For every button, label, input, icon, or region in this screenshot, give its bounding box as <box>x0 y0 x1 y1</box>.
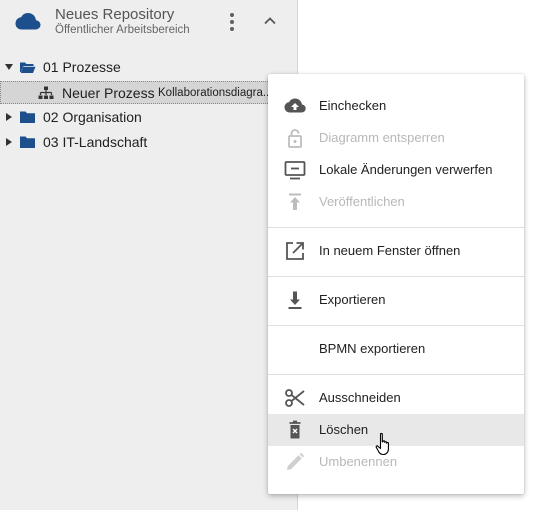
caret-down-icon[interactable] <box>4 62 14 72</box>
menu-item-loeschen[interactable]: Löschen <box>268 414 524 446</box>
repository-tree-panel: Neues Repository Öffentlicher Arbeitsber… <box>0 0 298 510</box>
menu-item-label: Ausschneiden <box>319 390 401 405</box>
open-in-new-icon <box>286 242 304 260</box>
menu-item-exportieren[interactable]: Exportieren <box>268 284 524 316</box>
diagram-type-label: Kollaborationsdiagra... <box>158 87 270 99</box>
folder-icon <box>20 136 35 148</box>
menu-separator <box>268 227 524 228</box>
folder-open-icon <box>20 62 36 73</box>
publish-icon <box>289 193 301 210</box>
menu-item-diagramm-entsperren[interactable]: Diagramm entsperren <box>268 122 524 154</box>
menu-item-label: Einchecken <box>319 98 387 113</box>
scissors-icon <box>285 389 305 407</box>
caret-right-icon[interactable] <box>4 112 14 122</box>
tree-item-neuer-prozess[interactable]: Neuer Prozess Kollaborationsdiagra... <box>0 81 298 104</box>
tree-item-label: 02 Organisation <box>43 109 142 125</box>
tree-item-label: Neuer Prozess <box>62 85 155 101</box>
repository-header[interactable]: Neues Repository Öffentlicher Arbeitsber… <box>0 0 298 46</box>
menu-item-label: Löschen <box>319 422 369 437</box>
menu-item-einchecken[interactable]: Einchecken <box>268 90 524 122</box>
hand-pointer-cursor-icon <box>375 432 389 456</box>
tree-item-organisation[interactable]: 02 Organisation <box>0 106 298 130</box>
chevron-up-icon[interactable] <box>262 13 278 29</box>
menu-item-label: In neuem Fenster öffnen <box>319 243 461 258</box>
trash-icon <box>289 420 301 439</box>
folder-icon <box>20 111 35 123</box>
download-icon <box>288 291 302 309</box>
menu-item-label: Diagramm entsperren <box>319 130 445 145</box>
repository-subtitle: Öffentlicher Arbeitsbereich <box>55 24 190 36</box>
tree-item-label: 03 IT-Landschaft <box>43 134 148 150</box>
more-options-icon[interactable] <box>226 12 238 32</box>
menu-item-label: BPMN exportieren <box>319 341 426 356</box>
repository-title: Neues Repository <box>55 6 175 23</box>
context-menu: Einchecken Diagramm entsperren Lokale Än… <box>268 74 524 494</box>
menu-separator <box>268 325 524 326</box>
unlock-icon <box>288 129 302 148</box>
cloud-icon <box>15 13 41 30</box>
menu-separator <box>268 374 524 375</box>
menu-separator <box>268 276 524 277</box>
menu-item-lokale-aenderungen-verwerfen[interactable]: Lokale Änderungen verwerfen <box>268 154 524 186</box>
tree-item-it-landschaft[interactable]: 03 IT-Landschaft <box>0 131 298 155</box>
tree-item-label: 01 Prozesse <box>43 59 121 75</box>
menu-item-ausschneiden[interactable]: Ausschneiden <box>268 382 524 414</box>
menu-item-label: Lokale Änderungen verwerfen <box>319 162 493 177</box>
cloud-upload-icon <box>284 98 306 113</box>
menu-item-label: Veröffentlichen <box>319 194 405 209</box>
menu-item-veroeffentlichen[interactable]: Veröffentlichen <box>268 186 524 218</box>
monitor-minus-icon <box>284 161 306 180</box>
pencil-icon <box>287 452 305 470</box>
caret-right-icon[interactable] <box>4 137 14 147</box>
menu-item-bpmn-exportieren[interactable]: BPMN exportieren <box>268 333 524 365</box>
process-hierarchy-icon <box>38 86 54 99</box>
menu-item-umbenennen[interactable]: Umbenennen <box>268 446 524 478</box>
menu-item-label: Umbenennen <box>319 454 398 469</box>
menu-item-label: Exportieren <box>319 292 386 307</box>
menu-item-in-neuem-fenster-oeffnen[interactable]: In neuem Fenster öffnen <box>268 235 524 267</box>
tree-item-prozesse[interactable]: 01 Prozesse <box>0 56 298 80</box>
